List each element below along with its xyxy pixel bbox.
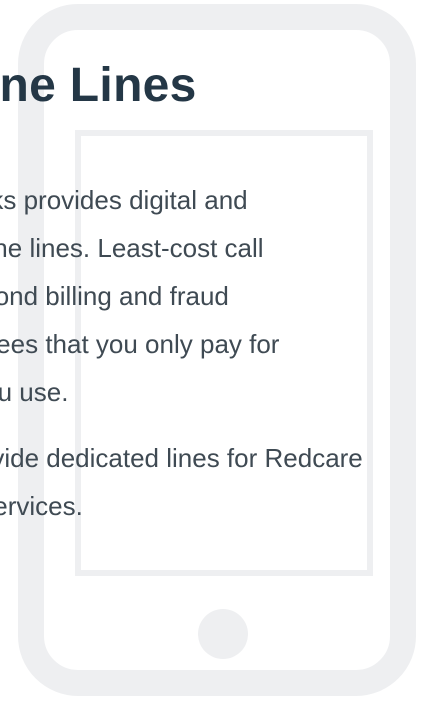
paragraph-line: what you use. (0, 377, 69, 407)
phone-lines-section: Phone Lines Networks provides digital an… (0, 0, 437, 715)
home-button-icon (198, 609, 248, 659)
paragraph-line: telephone lines. Least-cost call (0, 233, 264, 263)
paragraph-redcare-lines: We provide dedicated lines for Redcare a… (0, 434, 428, 530)
content-block: Phone Lines Networks provides digital an… (0, 56, 428, 548)
paragraph-line: alarm services. (0, 491, 83, 521)
paragraph-digital-lines: Networks provides digital and telephone … (0, 176, 428, 416)
paragraph-line: guarantees that you only pay for (0, 329, 280, 359)
paragraph-line: We provide dedicated lines for Redcare (0, 443, 363, 473)
page-title: Phone Lines (0, 59, 197, 112)
paragraph-line: per-second billing and fraud (0, 281, 229, 311)
paragraph-line: Networks provides digital and (0, 185, 248, 215)
